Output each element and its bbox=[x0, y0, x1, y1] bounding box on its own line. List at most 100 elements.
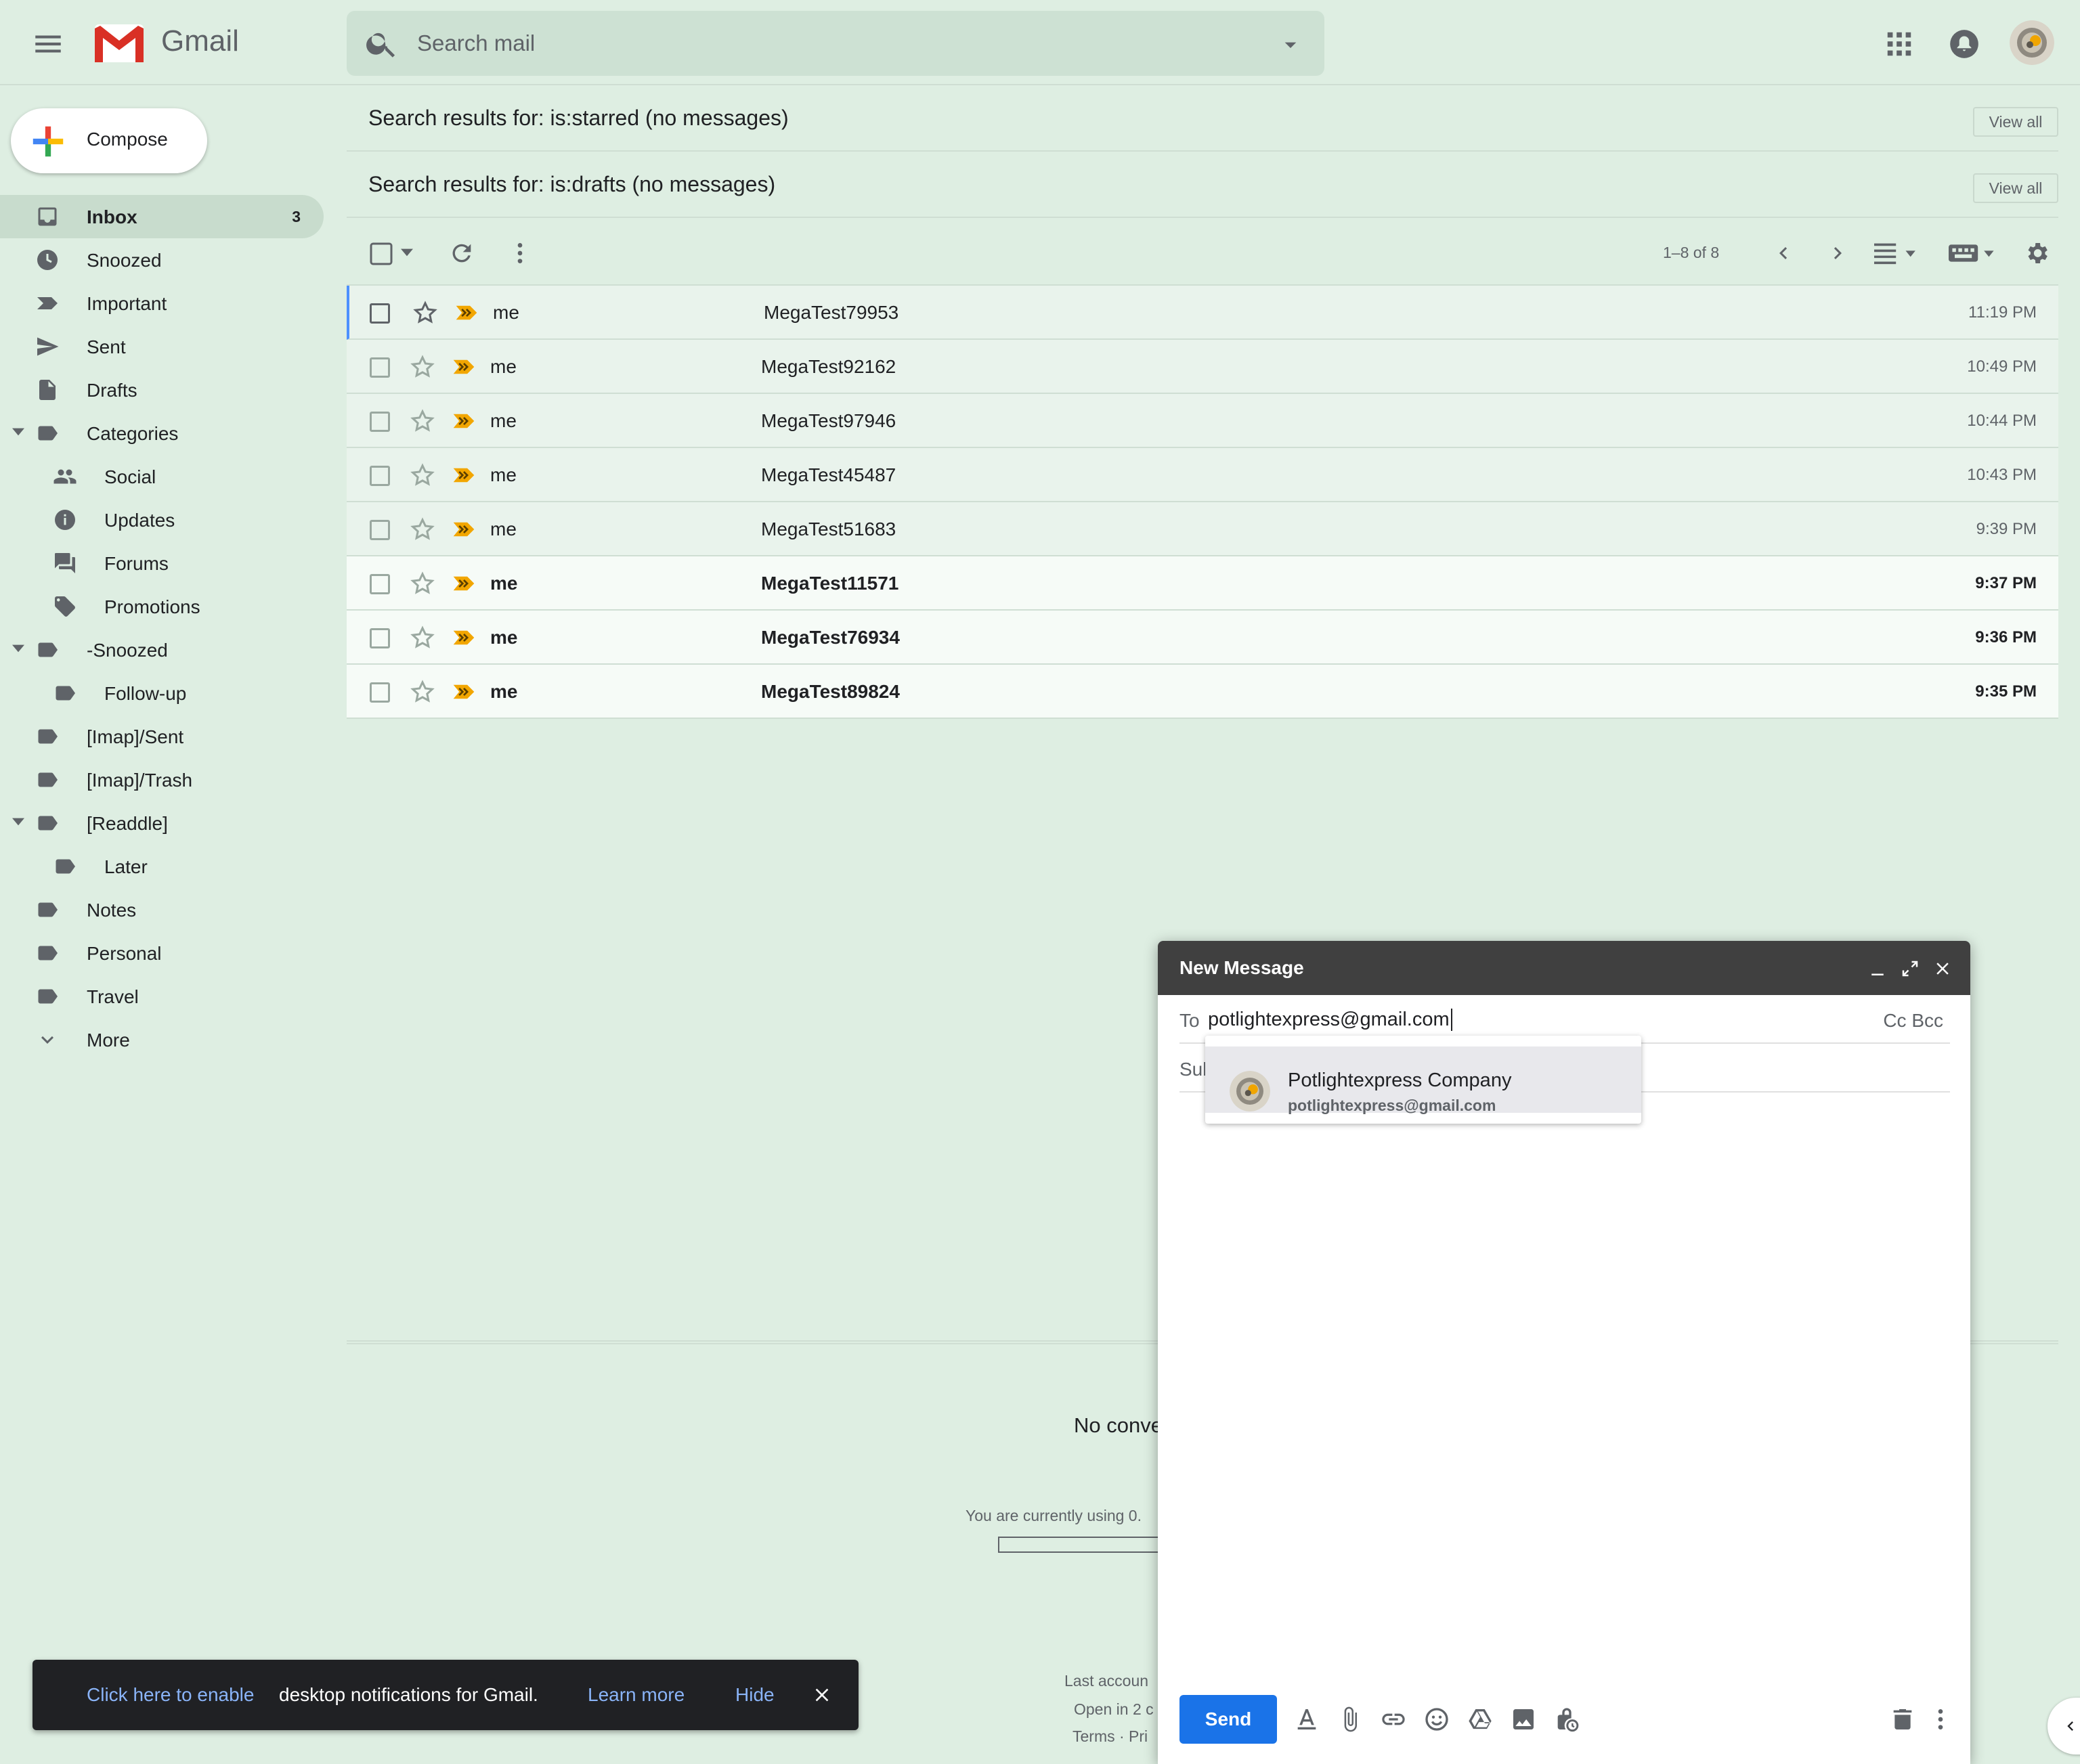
search-input[interactable] bbox=[417, 26, 1230, 61]
confidential-mode-icon[interactable] bbox=[1553, 1706, 1580, 1733]
split-pane-icon[interactable] bbox=[1874, 241, 1920, 265]
sidebar-item-follow-up[interactable]: Follow-up bbox=[0, 671, 339, 715]
more-options-icon[interactable] bbox=[506, 240, 534, 267]
sidebar-item-promotions[interactable]: Promotions bbox=[0, 585, 339, 628]
sidebar-item-forums[interactable]: Forums bbox=[0, 542, 339, 585]
notifications-icon[interactable] bbox=[1947, 27, 1981, 61]
formatting-options-icon[interactable] bbox=[1293, 1706, 1320, 1733]
sidebar-item-inbox[interactable]: Inbox 3 bbox=[0, 195, 324, 238]
compose-header[interactable]: New Message bbox=[1158, 941, 1970, 995]
apps-grid-icon[interactable] bbox=[1884, 28, 1915, 60]
row-checkbox[interactable] bbox=[370, 466, 390, 486]
sidebar-item-personal[interactable]: Personal bbox=[0, 931, 339, 975]
email-row[interactable]: me MegaTest45487 10:43 PM bbox=[347, 448, 2058, 502]
select-all-checkbox[interactable] bbox=[370, 242, 393, 265]
attach-file-icon[interactable] bbox=[1337, 1706, 1364, 1733]
sidebar-item-important[interactable]: Important bbox=[0, 282, 339, 325]
learn-more-link[interactable]: Learn more bbox=[588, 1684, 685, 1706]
email-row[interactable]: me MegaTest79953 11:19 PM bbox=[347, 286, 2058, 340]
compose-button[interactable]: Compose bbox=[11, 108, 207, 173]
row-checkbox[interactable] bbox=[370, 303, 390, 324]
input-tools-icon[interactable] bbox=[1949, 241, 1997, 265]
star-icon[interactable] bbox=[409, 678, 436, 705]
insert-photo-icon[interactable] bbox=[1510, 1706, 1537, 1733]
select-options-icon[interactable] bbox=[401, 248, 413, 257]
row-checkbox[interactable] bbox=[370, 357, 390, 378]
main-menu-icon[interactable] bbox=[31, 27, 65, 61]
sidebar-item-drafts[interactable]: Drafts bbox=[0, 368, 339, 412]
star-icon[interactable] bbox=[409, 462, 436, 489]
view-all-button[interactable]: View all bbox=[1973, 107, 2058, 137]
settings-gear-icon[interactable] bbox=[2023, 240, 2050, 267]
email-row[interactable]: me MegaTest51683 9:39 PM bbox=[347, 502, 2058, 556]
email-row[interactable]: me MegaTest11571 9:37 PM bbox=[347, 556, 2058, 611]
cc-bcc-toggle[interactable]: Cc Bcc bbox=[1883, 1010, 1943, 1032]
row-checkbox[interactable] bbox=[370, 682, 390, 703]
row-checkbox[interactable] bbox=[370, 574, 390, 594]
send-button[interactable]: Send bbox=[1179, 1695, 1277, 1744]
email-row[interactable]: me MegaTest89824 9:35 PM bbox=[347, 665, 2058, 719]
important-marker-icon[interactable] bbox=[452, 520, 475, 539]
star-icon[interactable] bbox=[409, 624, 436, 651]
email-time: 11:19 PM bbox=[1968, 303, 2037, 322]
star-icon[interactable] bbox=[412, 299, 439, 326]
sidebar-item-travel[interactable]: Travel bbox=[0, 975, 339, 1018]
view-all-button[interactable]: View all bbox=[1973, 173, 2058, 203]
sidebar-item-later[interactable]: Later bbox=[0, 845, 339, 888]
gmail-logo[interactable] bbox=[92, 22, 146, 65]
collapse-arrow-icon[interactable] bbox=[12, 428, 30, 440]
important-marker-icon[interactable] bbox=[452, 574, 475, 593]
email-row[interactable]: me MegaTest76934 9:36 PM bbox=[347, 611, 2058, 665]
collapse-arrow-icon[interactable] bbox=[12, 644, 30, 657]
important-marker-icon[interactable] bbox=[452, 682, 475, 701]
email-row[interactable]: me MegaTest92162 10:49 PM bbox=[347, 340, 2058, 394]
close-icon[interactable] bbox=[811, 1684, 833, 1706]
row-checkbox[interactable] bbox=[370, 412, 390, 432]
older-page-icon[interactable] bbox=[1825, 241, 1850, 265]
more-send-options-icon[interactable] bbox=[1927, 1706, 1954, 1733]
insert-link-icon[interactable] bbox=[1380, 1706, 1407, 1733]
sidebar-item-social[interactable]: Social bbox=[0, 455, 339, 498]
important-marker-icon[interactable] bbox=[452, 466, 475, 485]
row-checkbox[interactable] bbox=[370, 628, 390, 648]
collapse-arrow-icon[interactable] bbox=[12, 818, 30, 830]
close-icon[interactable] bbox=[1932, 958, 1953, 979]
to-input[interactable]: potlightexpress@gmail.com bbox=[1208, 1009, 1452, 1031]
email-row[interactable]: me MegaTest97946 10:44 PM bbox=[347, 394, 2058, 448]
hide-link[interactable]: Hide bbox=[735, 1684, 775, 1706]
important-marker-icon[interactable] bbox=[455, 303, 478, 322]
sidebar-item-categories[interactable]: Categories bbox=[0, 412, 339, 455]
refresh-icon[interactable] bbox=[448, 240, 475, 267]
sidebar-item-imap-trash[interactable]: [Imap]/Trash bbox=[0, 758, 339, 801]
star-icon[interactable] bbox=[409, 353, 436, 380]
star-icon[interactable] bbox=[409, 407, 436, 435]
search-bar[interactable] bbox=[347, 11, 1324, 76]
sidebar-item-more[interactable]: More bbox=[0, 1018, 339, 1061]
side-panel-toggle[interactable] bbox=[2048, 1698, 2080, 1755]
sidebar-item-snoozed-label[interactable]: -Snoozed bbox=[0, 628, 339, 671]
search-options-icon[interactable] bbox=[1277, 31, 1304, 58]
sidebar-item-notes[interactable]: Notes bbox=[0, 888, 339, 931]
search-icon[interactable] bbox=[364, 26, 399, 61]
star-icon[interactable] bbox=[409, 570, 436, 597]
sidebar-item-snoozed[interactable]: Snoozed bbox=[0, 238, 339, 282]
google-drive-icon[interactable] bbox=[1467, 1706, 1494, 1733]
account-avatar[interactable] bbox=[2010, 20, 2054, 65]
recipient-suggestion-item[interactable]: Potlightexpress Company potlightexpress@… bbox=[1205, 1046, 1641, 1114]
enable-notifications-link[interactable]: Click here to enable bbox=[87, 1684, 254, 1706]
discard-draft-icon[interactable] bbox=[1889, 1706, 1916, 1733]
important-marker-icon[interactable] bbox=[452, 628, 475, 647]
star-icon[interactable] bbox=[409, 516, 436, 543]
sidebar-item-readdle[interactable]: [Readdle] bbox=[0, 801, 339, 845]
important-marker-icon[interactable] bbox=[452, 357, 475, 376]
emoji-icon[interactable] bbox=[1423, 1706, 1450, 1733]
sidebar-item-updates[interactable]: Updates bbox=[0, 498, 339, 542]
newer-page-icon[interactable] bbox=[1771, 241, 1796, 265]
fullscreen-icon[interactable] bbox=[1900, 958, 1920, 979]
minimize-icon[interactable] bbox=[1867, 958, 1888, 979]
sidebar-item-imap-sent[interactable]: [Imap]/Sent bbox=[0, 715, 339, 758]
row-checkbox[interactable] bbox=[370, 520, 390, 540]
sidebar-item-sent[interactable]: Sent bbox=[0, 325, 339, 368]
important-marker-icon[interactable] bbox=[452, 412, 475, 431]
terms-privacy-links[interactable]: Terms · Pri bbox=[1072, 1727, 1148, 1746]
